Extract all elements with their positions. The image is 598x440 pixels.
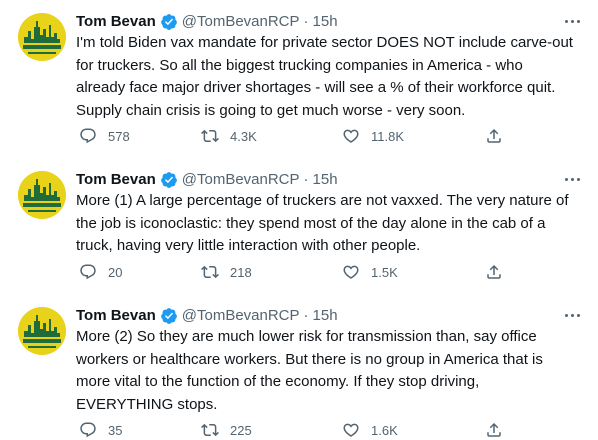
author-handle[interactable]: @TomBevanRCP	[182, 306, 300, 326]
reply-button[interactable]: 20	[79, 263, 122, 281]
tweet-header: Tom Bevan @TomBevanRCP · 15h	[76, 170, 338, 190]
tweet-text: More (1) A large percentage of truckers …	[76, 192, 569, 254]
retweet-icon	[201, 265, 219, 279]
like-count: 11.8K	[371, 128, 405, 144]
separator-dot: ·	[303, 307, 309, 324]
like-button[interactable]: 1.5K	[342, 263, 398, 281]
like-button[interactable]: 11.8K	[342, 127, 404, 145]
share-icon	[487, 128, 501, 143]
author-name[interactable]: Tom Bevan	[76, 306, 156, 326]
reply-count: 20	[108, 264, 123, 280]
share-icon	[487, 422, 501, 437]
share-button[interactable]	[485, 421, 503, 439]
tweet-time[interactable]: 15h	[313, 306, 338, 326]
retweet-count: 4.3K	[230, 128, 257, 144]
reply-button[interactable]: 35	[79, 421, 122, 439]
share-button[interactable]	[485, 127, 503, 145]
retweet-count: 218	[230, 264, 252, 280]
verified-badge-icon	[160, 172, 177, 188]
more-icon[interactable]	[560, 169, 584, 189]
tweet-text: More (2) So they are much lower risk for…	[76, 328, 543, 413]
tweet-actions: 35 225 1.6K	[76, 420, 506, 440]
author-name[interactable]: Tom Bevan	[76, 12, 156, 32]
share-icon	[487, 264, 501, 279]
retweet-icon	[201, 423, 219, 437]
heart-icon	[343, 265, 359, 279]
share-button[interactable]	[485, 263, 503, 281]
heart-icon	[343, 423, 359, 437]
retweet-button[interactable]: 4.3K	[201, 127, 257, 145]
verified-badge-icon	[160, 308, 177, 324]
tweet-header: Tom Bevan @TomBevanRCP · 15h	[76, 12, 338, 32]
tweet-time[interactable]: 15h	[313, 12, 338, 32]
tweet-header: Tom Bevan @TomBevanRCP · 15h	[76, 306, 338, 326]
reply-button[interactable]: 578	[79, 127, 130, 145]
author-handle[interactable]: @TomBevanRCP	[182, 12, 300, 32]
avatar[interactable]	[18, 307, 66, 355]
reply-icon	[80, 128, 96, 144]
retweet-icon	[201, 129, 219, 143]
like-count: 1.5K	[371, 264, 398, 280]
heart-icon	[343, 129, 359, 143]
author-name[interactable]: Tom Bevan	[76, 170, 156, 190]
separator-dot: ·	[303, 171, 309, 188]
retweet-button[interactable]: 225	[201, 421, 252, 439]
tweet-text: I'm told Biden vax mandate for private s…	[76, 34, 573, 119]
more-icon[interactable]	[560, 11, 584, 31]
avatar[interactable]	[18, 13, 66, 61]
tweet-time[interactable]: 15h	[313, 170, 338, 190]
verified-badge-icon	[160, 14, 177, 30]
tweet-actions: 20 218 1.5K	[76, 262, 506, 282]
avatar[interactable]	[18, 171, 66, 219]
more-icon[interactable]	[560, 305, 584, 325]
like-button[interactable]: 1.6K	[342, 421, 398, 439]
reply-icon	[80, 264, 96, 280]
tweet-actions: 578 4.3K 11.8K	[76, 126, 506, 146]
reply-count: 578	[108, 128, 130, 144]
reply-icon	[80, 422, 96, 438]
author-handle[interactable]: @TomBevanRCP	[182, 170, 300, 190]
like-count: 1.6K	[371, 422, 398, 438]
separator-dot: ·	[303, 13, 309, 30]
reply-count: 35	[108, 422, 123, 438]
retweet-button[interactable]: 218	[201, 263, 252, 281]
retweet-count: 225	[230, 422, 252, 438]
